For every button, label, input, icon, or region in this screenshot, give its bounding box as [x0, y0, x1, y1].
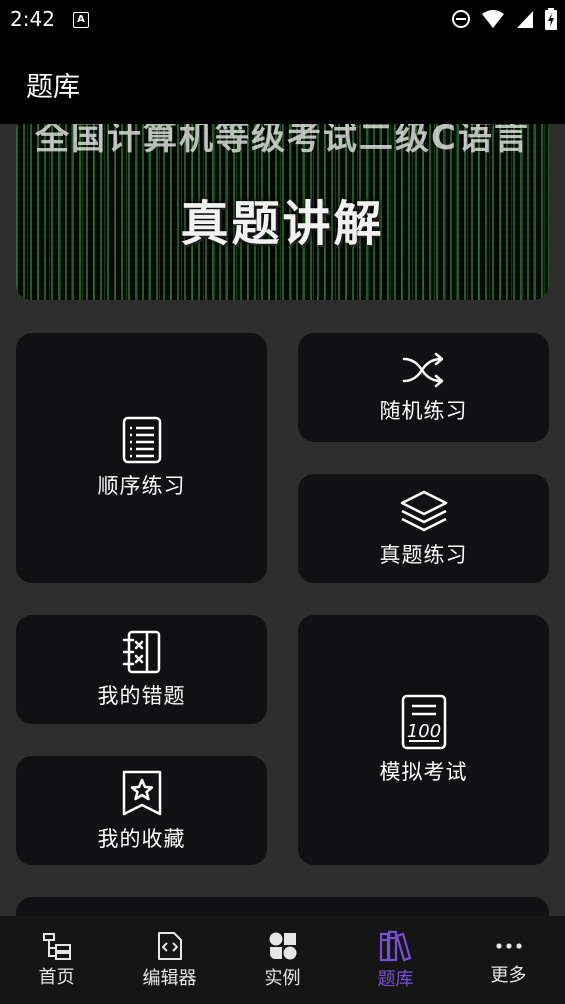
status-bar: 2:42 A [0, 0, 565, 40]
notification-a-icon: A [73, 12, 89, 28]
real-exam-practice-label: 真题练习 [379, 542, 468, 567]
sequential-practice-card[interactable]: 顺序练习 [16, 333, 267, 583]
svg-text:100: 100 [406, 721, 440, 742]
exam-paper-100-icon: 100 [401, 694, 446, 750]
nav-item-library[interactable]: 题库 [339, 916, 452, 1004]
app-bar: 题库 [0, 40, 565, 124]
nav-item-editor[interactable]: 编辑器 [113, 916, 226, 1004]
nav-label-home: 首页 [38, 966, 75, 988]
examples-icon [269, 932, 296, 959]
star-bookmark-icon [122, 770, 161, 815]
random-practice-label: 随机练习 [379, 398, 468, 423]
banner[interactable]: 全国计算机等级考试二级C语言 真题讲解 [16, 124, 549, 300]
list-document-icon [122, 416, 161, 464]
nav-label-editor: 编辑器 [142, 967, 197, 989]
banner-top-text: 全国计算机等级考试二级C语言 [35, 124, 530, 158]
bottom-navigation: 首页 编辑器 实例 题库 更多 [0, 916, 565, 1004]
library-icon [379, 930, 411, 961]
do-not-disturb-icon [452, 10, 470, 28]
random-practice-card[interactable]: 随机练习 [298, 333, 549, 442]
home-tree-icon [42, 932, 71, 960]
code-file-icon [157, 931, 182, 960]
nav-label-examples: 实例 [264, 967, 301, 989]
nav-label-library: 题库 [377, 968, 414, 990]
mock-exam-card[interactable]: 100 模拟考试 [298, 615, 549, 865]
my-favorites-card[interactable]: 我的收藏 [16, 756, 267, 865]
system-icons [451, 8, 557, 30]
real-exam-practice-card[interactable]: 真题练习 [298, 474, 549, 583]
mock-exam-label: 模拟考试 [379, 760, 468, 784]
page-title: 题库 [26, 72, 80, 103]
my-mistakes-label: 我的错题 [97, 683, 186, 708]
content-area[interactable]: 全国计算机等级考试二级C语言 真题讲解 顺序练习 随机练习 真题练习 我的错题 … [0, 124, 565, 916]
banner-title: 真题讲解 [180, 196, 385, 252]
wrong-answers-notebook-icon [122, 630, 160, 673]
nav-item-more[interactable]: 更多 [452, 916, 565, 1004]
sequential-practice-label: 顺序练习 [97, 474, 186, 498]
layers-icon [400, 490, 447, 531]
partial-card[interactable] [16, 897, 549, 916]
wifi-icon [482, 10, 504, 28]
status-time: 2:42 [10, 7, 55, 31]
my-favorites-label: 我的收藏 [97, 826, 186, 851]
nav-label-more: 更多 [490, 964, 527, 986]
shuffle-icon [402, 352, 443, 387]
nav-item-home[interactable]: 首页 [0, 916, 113, 1004]
battery-icon [545, 8, 557, 30]
signal-icon [517, 11, 533, 28]
nav-item-examples[interactable]: 实例 [226, 916, 339, 1004]
my-mistakes-card[interactable]: 我的错题 [16, 615, 267, 724]
more-dots-icon [495, 942, 522, 949]
